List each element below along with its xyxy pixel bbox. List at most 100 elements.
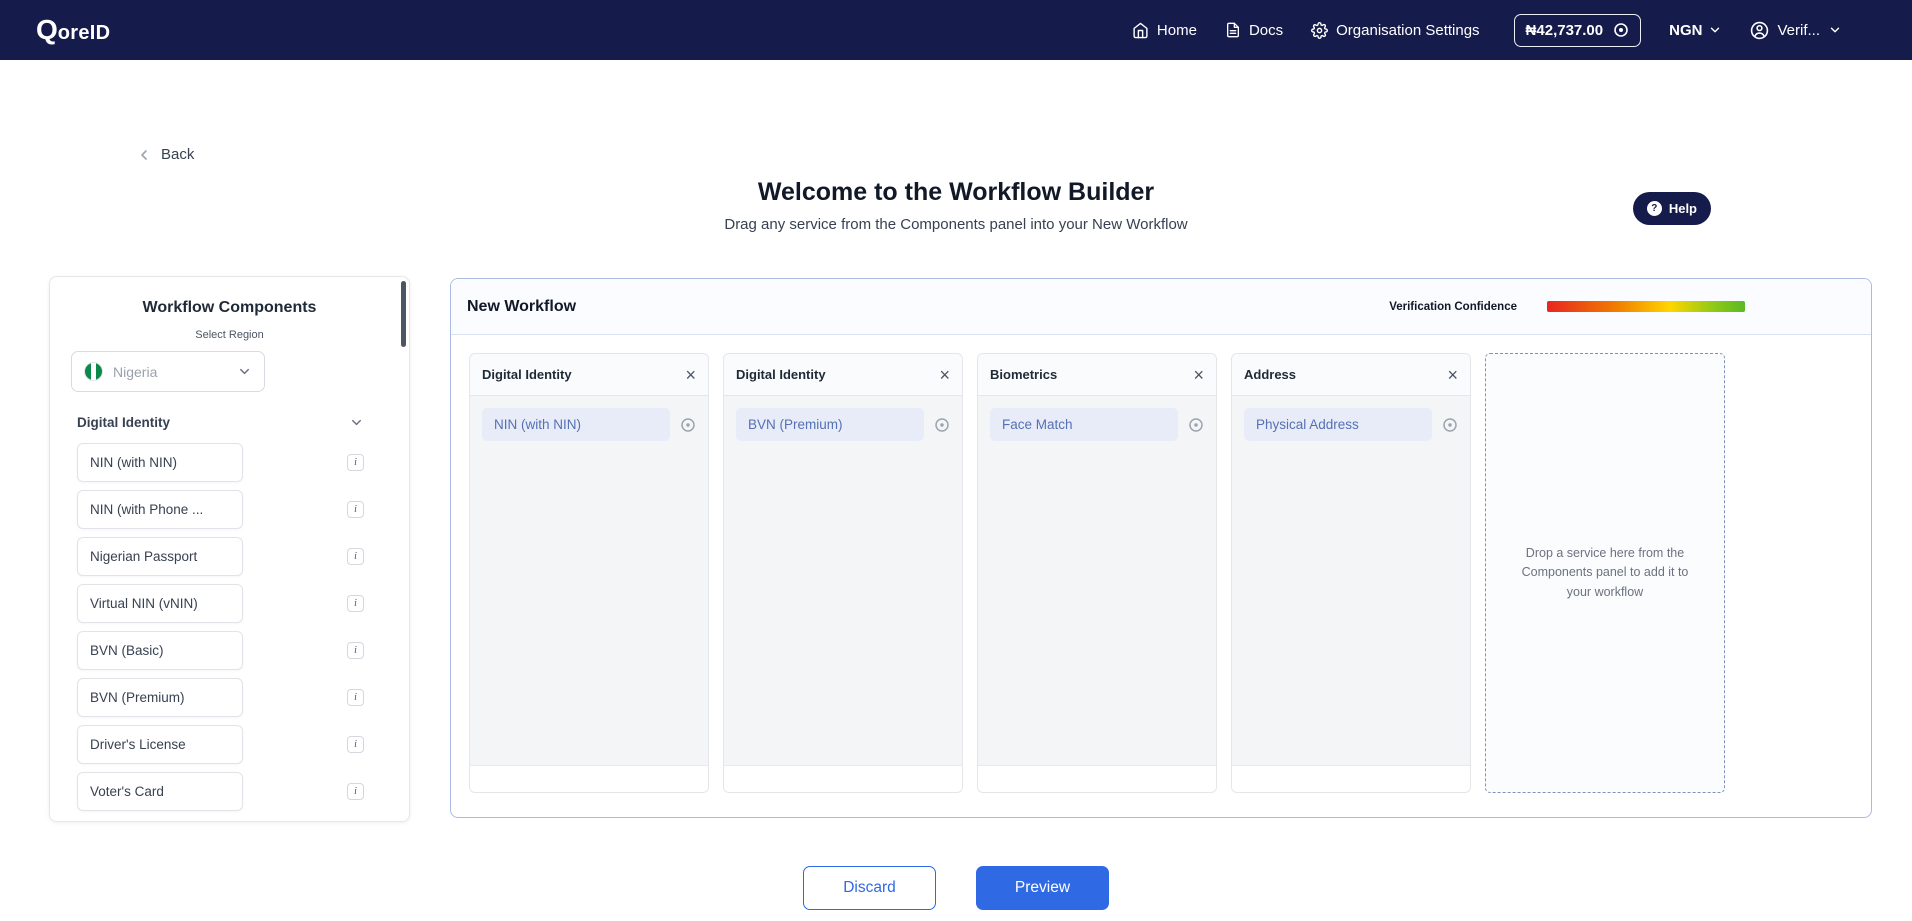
nav-docs[interactable]: Docs	[1225, 22, 1283, 39]
components-panel-title: Workflow Components	[142, 299, 317, 316]
component-item-voters-card[interactable]: Voter's Card	[77, 772, 243, 811]
brand-logo[interactable]: QoreID	[36, 13, 111, 45]
column-footer	[978, 765, 1216, 792]
component-item-label: BVN (Premium)	[90, 690, 185, 705]
remove-column-button[interactable]: ×	[1193, 366, 1204, 384]
section-digital-identity[interactable]: Digital Identity	[77, 415, 364, 430]
back-label: Back	[161, 146, 195, 163]
service-chip[interactable]: NIN (with NIN)	[482, 408, 670, 441]
app-root: QoreID Home Docs Organisation Settings ₦…	[0, 0, 1912, 921]
info-icon[interactable]: i	[347, 548, 364, 565]
user-menu-label: Verif...	[1777, 21, 1820, 39]
column-footer	[470, 765, 708, 792]
service-option-icon[interactable]	[934, 417, 950, 433]
component-item-bvn-premium[interactable]: BVN (Premium)	[77, 678, 243, 717]
nav-docs-label: Docs	[1248, 21, 1284, 39]
component-row: NIN (with Phone ... i	[77, 490, 364, 529]
service-row: Face Match	[990, 408, 1204, 441]
column-footer	[1232, 765, 1470, 792]
component-item-nin-with-nin[interactable]: NIN (with NIN)	[77, 443, 243, 482]
service-chip[interactable]: Physical Address	[1244, 408, 1432, 441]
service-row: BVN (Premium)	[736, 408, 950, 441]
info-icon[interactable]: i	[347, 501, 364, 518]
component-row: Driver's License i	[77, 725, 364, 764]
component-item-drivers-license[interactable]: Driver's License	[77, 725, 243, 764]
verification-confidence: Verification Confidence	[1389, 301, 1745, 313]
info-icon[interactable]: i	[347, 595, 364, 612]
page-heading: Welcome to the Workflow Builder Drag any…	[0, 178, 1912, 233]
info-icon[interactable]: i	[347, 736, 364, 753]
workflow-column-2: Digital Identity × BVN (Premium)	[723, 353, 963, 793]
service-option-icon[interactable]	[680, 417, 696, 433]
preview-button[interactable]: Preview	[976, 866, 1109, 910]
dropzone-text: Drop a service here from the Components …	[1521, 545, 1689, 599]
footer-actions: Discard Preview	[0, 866, 1912, 910]
component-item-label: Driver's License	[90, 737, 186, 752]
remove-column-button[interactable]: ×	[685, 366, 696, 384]
component-item-virtual-nin[interactable]: Virtual NIN (vNIN)	[77, 584, 243, 623]
help-icon: ?	[1646, 201, 1662, 216]
nav-organisation-settings-label: Organisation Settings	[1336, 21, 1480, 39]
component-item-nigerian-passport[interactable]: Nigerian Passport	[77, 537, 243, 576]
discard-button[interactable]: Discard	[803, 866, 936, 910]
home-icon	[1132, 22, 1149, 39]
nav-organisation-settings[interactable]: Organisation Settings	[1311, 21, 1480, 39]
service-chip[interactable]: BVN (Premium)	[736, 408, 924, 441]
remove-column-button[interactable]: ×	[939, 366, 950, 384]
workflow-column-3: Biometrics × Face Match	[977, 353, 1217, 793]
column-footer	[724, 765, 962, 792]
service-row: Physical Address	[1244, 408, 1458, 441]
chevron-down-icon	[237, 364, 252, 379]
component-item-bvn-basic[interactable]: BVN (Basic)	[77, 631, 243, 670]
service-row: NIN (with NIN)	[482, 408, 696, 441]
navbar-right: Home Docs Organisation Settings ₦42,737.…	[1132, 13, 1842, 47]
component-item-label: Virtual NIN (vNIN)	[90, 596, 198, 611]
nav-home[interactable]: Home	[1132, 22, 1197, 39]
workflow-title: New Workflow	[467, 297, 577, 315]
page-subtitle: Drag any service from the Components pan…	[724, 216, 1188, 233]
gear-icon	[1311, 21, 1329, 39]
remove-column-button[interactable]: ×	[1447, 366, 1458, 384]
dropzone[interactable]: Drop a service here from the Components …	[1485, 353, 1725, 793]
component-row: NIN (with NIN) i	[77, 443, 364, 482]
user-menu[interactable]: Verif...	[1750, 21, 1842, 40]
region-select[interactable]: Nigeria	[71, 351, 265, 392]
nav-home-label: Home	[1156, 21, 1197, 39]
column-title: Digital Identity	[482, 367, 572, 382]
section-label: Digital Identity	[77, 415, 171, 430]
chevron-down-icon	[1708, 23, 1722, 37]
column-title: Address	[1244, 367, 1297, 382]
component-row: BVN (Premium) i	[77, 678, 364, 717]
service-chip[interactable]: Face Match	[990, 408, 1178, 441]
component-item-label: BVN (Basic)	[90, 643, 164, 658]
info-icon[interactable]: i	[347, 783, 364, 800]
column-header: Biometrics ×	[978, 354, 1216, 396]
component-item-label: Nigerian Passport	[90, 549, 198, 564]
brand-initial: Q	[36, 13, 58, 45]
select-region-label: Select Region	[195, 329, 264, 341]
workflow-canvas: Digital Identity × NIN (with NIN) Digita…	[451, 335, 1871, 793]
confidence-gradient-bar	[1547, 301, 1745, 312]
info-icon[interactable]: i	[347, 689, 364, 706]
currency-value: NGN	[1669, 21, 1703, 39]
wallet-balance-button[interactable]: ₦42,737.00	[1513, 13, 1642, 47]
column-header: Address ×	[1232, 354, 1470, 396]
info-icon[interactable]: i	[347, 642, 364, 659]
component-item-nin-with-phone[interactable]: NIN (with Phone ...	[77, 490, 243, 529]
service-option-icon[interactable]	[1188, 417, 1204, 433]
currency-selector[interactable]: NGN	[1669, 22, 1722, 39]
wallet-balance-value: ₦42,737.00	[1525, 21, 1604, 39]
user-icon	[1750, 21, 1769, 40]
column-header: Digital Identity ×	[470, 354, 708, 396]
workflow-column-4: Address × Physical Address	[1231, 353, 1471, 793]
service-option-icon[interactable]	[1442, 417, 1458, 433]
back-button[interactable]: Back	[136, 146, 194, 163]
component-row: BVN (Basic) i	[77, 631, 364, 670]
components-list: NIN (with NIN) i NIN (with Phone ... i N…	[77, 443, 364, 811]
info-icon[interactable]: i	[347, 454, 364, 471]
panel-scrollbar[interactable]	[401, 281, 406, 347]
page-body: Back Welcome to the Workflow Builder Dra…	[0, 60, 1912, 921]
brand-rest: oreID	[57, 21, 111, 44]
workflow-column-1: Digital Identity × NIN (with NIN)	[469, 353, 709, 793]
help-button[interactable]: ? Help	[1632, 192, 1711, 225]
